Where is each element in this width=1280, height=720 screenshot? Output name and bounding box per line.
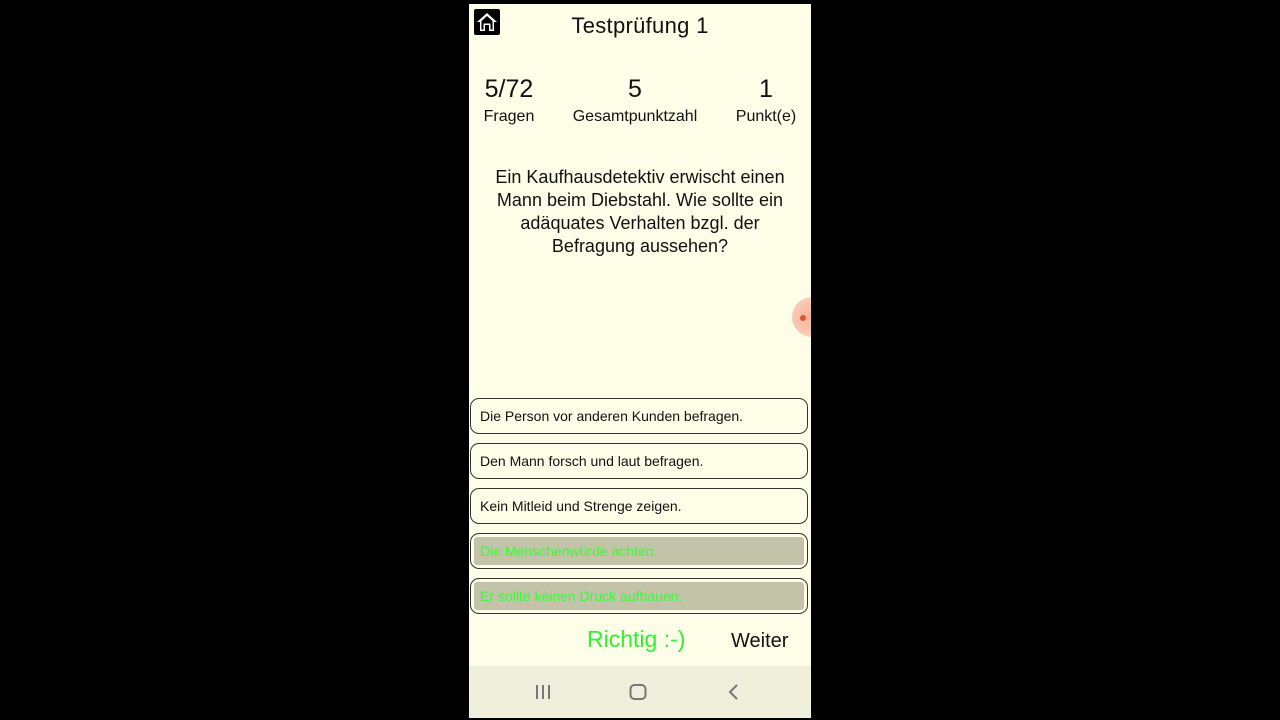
- page-title: Testprüfung 1: [571, 13, 709, 38]
- stat-points: 1 Punkt(e): [731, 74, 801, 128]
- stat-total-score: 5 Gesamtpunktzahl: [565, 74, 705, 128]
- system-nav-bar: [469, 666, 811, 718]
- stat-value: 5/72: [484, 75, 534, 103]
- answer-option[interactable]: Kein Mitleid und Strenge zeigen.: [470, 488, 808, 524]
- next-button[interactable]: Weiter: [731, 630, 788, 653]
- stat-label: Gesamtpunktzahl: [572, 108, 698, 125]
- stat-value: 1: [759, 75, 773, 103]
- stat-questions: 5/72 Fragen: [479, 74, 539, 128]
- answer-label: Die Person vor anderen Kunden befragen.: [480, 408, 744, 424]
- answer-label: Kein Mitleid und Strenge zeigen.: [480, 498, 682, 514]
- answer-label: Die Menschenwürde achten.: [480, 543, 658, 559]
- answer-option[interactable]: Die Person vor anderen Kunden befragen.: [470, 398, 808, 434]
- answer-option-correct[interactable]: Er sollte keinen Druck aufbauen.: [470, 578, 808, 614]
- recents-icon[interactable]: [535, 684, 551, 700]
- back-icon[interactable]: [727, 684, 741, 700]
- question-text: Ein Kaufhausdetektiv erwischt einen Mann…: [495, 167, 785, 256]
- answer-label: Den Mann forsch und laut befragen.: [480, 453, 704, 469]
- stat-label: Punkt(e): [735, 108, 797, 125]
- stat-value: 5: [628, 75, 642, 103]
- answer-label: Er sollte keinen Druck aufbauen.: [480, 588, 683, 604]
- app-screen: Testprüfung 1 5/72 Fragen 5 Gesamtpunktz…: [469, 4, 811, 718]
- result-feedback: Richtig :-): [587, 626, 686, 652]
- nav-home-icon[interactable]: [629, 684, 647, 700]
- bubble-dot-icon: [800, 315, 806, 321]
- stat-label: Fragen: [483, 108, 535, 125]
- answer-option-correct[interactable]: Die Menschenwürde achten.: [470, 533, 808, 569]
- answer-option[interactable]: Den Mann forsch und laut befragen.: [470, 443, 808, 479]
- floating-bubble[interactable]: [792, 297, 811, 337]
